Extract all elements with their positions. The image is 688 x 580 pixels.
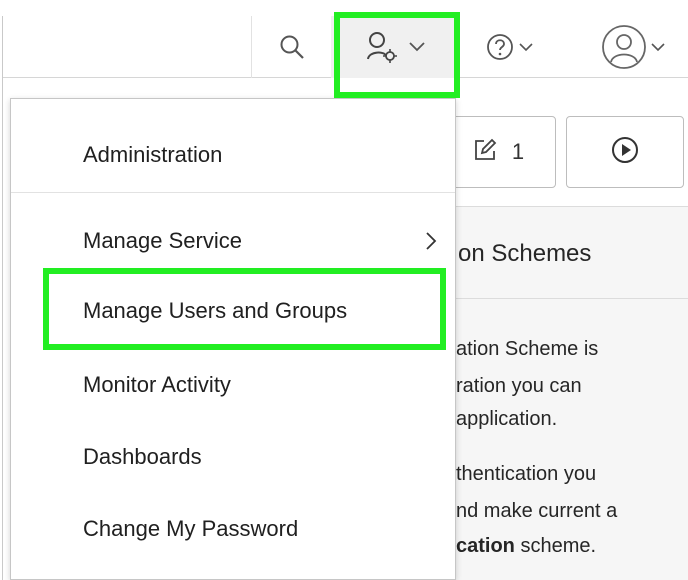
play-run-icon [610,135,640,170]
region-text-rest: scheme. [514,535,597,557]
administration-dropdown-menu: Administration Manage Service Manage Use… [10,98,456,580]
help-menu-button[interactable] [459,16,559,78]
menu-item-label: Manage Users and Groups [83,298,348,323]
chevron-down-icon [519,42,533,52]
menu-separator [11,192,455,193]
search-icon [279,34,305,60]
run-button[interactable] [566,116,684,188]
header-bar [3,16,688,78]
menu-item-label: Dashboards [83,444,202,469]
region-text-line: nd make current a [456,500,618,522]
region-divider [440,298,688,299]
menu-item-administration[interactable]: Administration [11,119,455,191]
menu-item-manage-users-and-groups[interactable]: Manage Users and Groups [11,275,455,347]
region-text-line: application. [456,408,558,430]
menu-item-dashboards[interactable]: Dashboards [11,421,455,493]
administration-user-gear-icon [363,29,405,65]
edit-pencil-icon [472,137,498,168]
search-button[interactable] [251,16,331,78]
administration-menu-button[interactable] [331,16,457,78]
region-text-line: ration you can [456,375,582,397]
menu-item-label: Change My Password [83,516,299,541]
chevron-down-icon [651,42,665,52]
menu-item-label: Manage Service [83,228,242,253]
chevron-down-icon [409,42,425,52]
menu-item-label: Administration [83,142,223,167]
edit-button[interactable]: 1 [440,116,556,188]
user-avatar-icon [601,24,647,70]
region-title: on Schemes [458,240,592,267]
region-text-line: ation Scheme is [456,338,599,360]
chevron-right-icon [425,231,437,257]
top-strip [0,0,688,16]
menu-item-label: Monitor Activity [83,372,231,397]
help-question-icon [485,32,515,62]
user-menu-button[interactable] [575,16,688,78]
menu-item-monitor-activity[interactable]: Monitor Activity [11,349,455,421]
region-text-bold: cation [456,535,515,557]
menu-item-change-my-password[interactable]: Change My Password [11,493,455,565]
edit-count: 1 [511,139,525,164]
region-text-line: cation scheme. [456,533,596,559]
region-text-line: thentication you [456,463,597,485]
menu-item-manage-service[interactable]: Manage Service [11,205,455,277]
